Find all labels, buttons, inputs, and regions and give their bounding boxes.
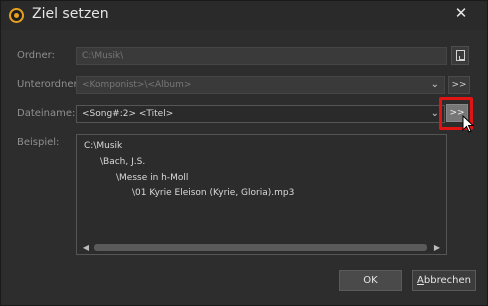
scroll-left-icon[interactable]: ◀: [80, 241, 92, 254]
ordner-field[interactable]: C:\Musik\: [76, 47, 447, 65]
chevron-down-icon: ⌄: [430, 108, 439, 119]
unterordner-value: <Komponist>\<Album>: [82, 80, 192, 90]
chevron-down-icon: ⌄: [430, 79, 439, 90]
unterordner-insert-button[interactable]: >>: [448, 76, 470, 94]
title-bar: Ziel setzen ✕: [1, 1, 487, 30]
example-preview: C:\Musik \Bach, J.S. \Messe in h-Moll \0…: [76, 134, 447, 255]
ok-button[interactable]: OK: [339, 270, 402, 291]
scroll-right-icon[interactable]: ▶: [431, 241, 443, 254]
beispiel-label: Beispiel:: [17, 137, 60, 148]
browse-folder-button[interactable]: [451, 46, 469, 65]
example-line-root: C:\Musik: [84, 141, 123, 151]
document-icon: [456, 50, 465, 61]
mouse-cursor-icon: [462, 115, 475, 133]
unterordner-dropdown[interactable]: <Komponist>\<Album> ⌄: [76, 76, 445, 94]
example-line-composer: \Bach, J.S.: [100, 157, 146, 167]
ordner-label: Ordner:: [17, 50, 55, 61]
dateiname-value: <Song#:2> <Titel>: [82, 109, 174, 119]
ordner-value: C:\Musik\: [82, 51, 124, 61]
example-line-file: \01 Kyrie Eleison (Kyrie, Gloria).mp3: [132, 188, 295, 198]
window-title: Ziel setzen: [32, 6, 109, 22]
cancel-button[interactable]: Abbrechen: [412, 270, 476, 291]
dialog-window: Ziel setzen ✕ Ordner: C:\Musik\ Unterord…: [0, 0, 488, 306]
example-line-album: \Messe in h-Moll: [116, 173, 189, 183]
app-logo-icon: [9, 8, 24, 23]
scrollbar-thumb[interactable]: [94, 244, 427, 251]
horizontal-scrollbar[interactable]: ◀ ▶: [78, 241, 445, 254]
dateiname-label: Dateiname:: [17, 108, 76, 119]
dateiname-dropdown[interactable]: <Song#:2> <Titel> ⌄: [76, 105, 445, 123]
close-icon[interactable]: ✕: [451, 3, 471, 23]
unterordner-label: Unterordner:: [17, 79, 81, 90]
